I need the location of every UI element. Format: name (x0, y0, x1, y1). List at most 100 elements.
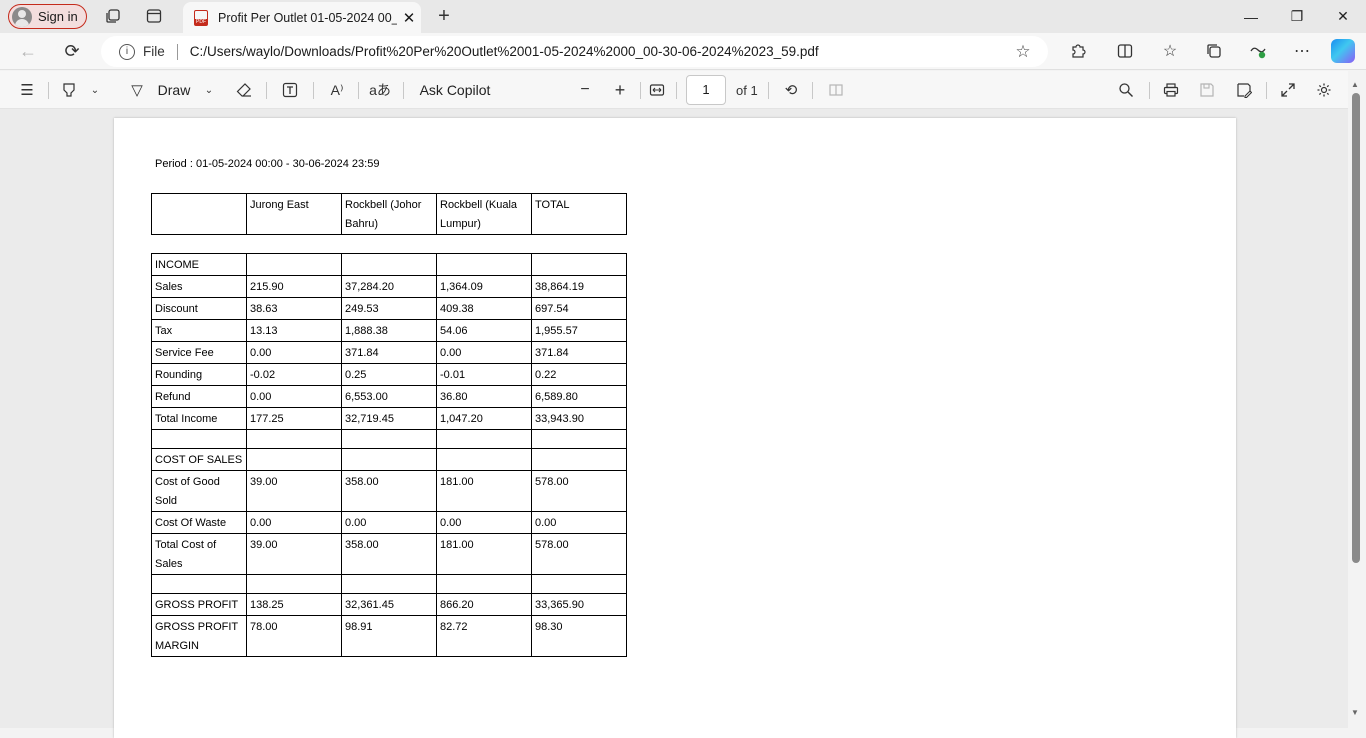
url-text[interactable]: C:/Users/waylo/Downloads/Profit%20Per%20… (190, 44, 1008, 59)
copilot-icon[interactable] (1331, 39, 1355, 63)
value-cell: Rockbell (Kuala Lumpur) (436, 193, 532, 235)
value-cell: 0.00 (341, 511, 437, 534)
value-cell: 181.00 (436, 470, 532, 512)
add-text-icon[interactable] (277, 77, 303, 103)
page-number-input[interactable]: 1 (686, 75, 726, 105)
row-label-cell: Total Income (151, 407, 247, 430)
table-row: Total Income 177.25 32,719.45 1,047.20 33,94… (151, 407, 627, 430)
highlight-chevron-icon[interactable]: ⌄ (86, 77, 104, 103)
rotate-icon[interactable]: ⟲ (779, 77, 803, 103)
site-info-icon[interactable]: i (119, 43, 135, 60)
url-field[interactable]: i File C:/Users/waylo/Downloads/Profit%2… (101, 36, 1048, 67)
draw-button-label[interactable]: Draw (155, 77, 193, 103)
value-cell (246, 448, 342, 471)
value-cell (436, 429, 532, 449)
page-view-icon[interactable] (824, 77, 848, 103)
print-icon[interactable] (1159, 77, 1183, 103)
row-label-cell: COST OF SALES (151, 448, 247, 471)
value-cell: 1,364.09 (436, 275, 532, 298)
read-aloud-icon[interactable]: A⁾ (323, 77, 351, 103)
restore-button[interactable]: ❐ (1274, 0, 1320, 33)
translate-icon[interactable]: aあ (367, 77, 393, 103)
row-label-cell: Rounding (151, 363, 247, 386)
toolbar-divider (313, 82, 314, 99)
favorites-icon[interactable]: ☆ (1156, 37, 1184, 65)
value-cell: 371.84 (341, 341, 437, 364)
value-cell: 578.00 (531, 470, 627, 512)
extensions-icon[interactable] (1064, 37, 1092, 65)
search-icon[interactable] (1114, 77, 1138, 103)
draw-icon[interactable]: ▽ (124, 77, 150, 103)
value-cell (531, 429, 627, 449)
row-label-cell (151, 574, 247, 594)
toolbar-divider (403, 82, 404, 99)
value-cell: 39.00 (246, 533, 342, 575)
refresh-icon[interactable]: ⟳ (57, 37, 87, 65)
full-screen-icon[interactable] (1276, 77, 1300, 103)
save-icon[interactable] (1195, 77, 1219, 103)
active-tab[interactable]: PDF Profit Per Outlet 01-05-2024 00_0 ✕ (183, 2, 421, 33)
settings-gear-icon[interactable] (1312, 77, 1336, 103)
toolbar-divider (1149, 82, 1150, 99)
value-cell: 37,284.20 (341, 275, 437, 298)
save-as-icon[interactable] (1232, 77, 1256, 103)
vertical-scrollbar[interactable]: ▲ ▼ (1348, 71, 1366, 728)
row-label-cell: Sales (151, 275, 247, 298)
table-row: Discount 38.63 249.53 409.38 697.54 (151, 297, 627, 320)
table-row: Cost Of Waste 0.00 0.00 0.00 0.00 (151, 511, 627, 534)
highlight-icon[interactable] (57, 77, 81, 103)
table-row: Cost of Good Sold 39.00 358.00 181.00 578.00 (151, 470, 627, 512)
pdf-toolbar: ☰ ⌄ ▽ Draw ⌄ A⁾ aあ Ask Copilot − + 1 of … (0, 71, 1366, 109)
value-cell: 38.63 (246, 297, 342, 320)
toolbar-divider (358, 82, 359, 99)
zoom-in-icon[interactable]: + (608, 77, 632, 103)
zoom-out-icon[interactable]: − (573, 77, 597, 103)
new-tab-button[interactable]: + (431, 4, 457, 30)
scrollbar-thumb[interactable] (1352, 93, 1360, 563)
url-scheme-label: File (143, 44, 165, 59)
value-cell: 82.72 (436, 615, 532, 657)
value-cell: 249.53 (341, 297, 437, 320)
value-cell: 866.20 (436, 593, 532, 616)
more-options-icon[interactable]: ⋯ (1288, 37, 1316, 65)
fit-to-width-icon[interactable] (645, 77, 669, 103)
value-cell: 1,888.38 (341, 319, 437, 342)
contents-icon[interactable]: ☰ (14, 77, 40, 103)
scroll-down-arrow-icon[interactable]: ▼ (1351, 708, 1359, 717)
table-row (151, 574, 627, 594)
collections-icon[interactable] (1200, 37, 1228, 65)
value-cell: 0.00 (246, 385, 342, 408)
draw-chevron-icon[interactable]: ⌄ (200, 77, 218, 103)
value-cell (531, 448, 627, 471)
scroll-up-arrow-icon[interactable]: ▲ (1351, 80, 1359, 89)
browser-essentials-icon[interactable] (1244, 37, 1272, 65)
value-cell: 409.38 (436, 297, 532, 320)
tab-strip: Sign in PDF Profit Per Outlet 01-05-2024… (0, 0, 1366, 33)
value-cell: 6,553.00 (341, 385, 437, 408)
ask-copilot-button[interactable]: Ask Copilot (416, 77, 494, 103)
value-cell (341, 574, 437, 594)
value-cell (436, 234, 532, 254)
sign-in-button[interactable]: Sign in (8, 4, 87, 29)
value-cell: TOTAL (531, 193, 627, 235)
split-screen-icon[interactable] (1111, 37, 1139, 65)
table-row: Total Cost of Sales 39.00 358.00 181.00 578.… (151, 533, 627, 575)
close-window-button[interactable]: ✕ (1320, 0, 1366, 33)
value-cell: 0.00 (246, 511, 342, 534)
close-tab-icon[interactable]: ✕ (397, 9, 421, 27)
table-row: Sales 215.90 37,284.20 1,364.09 38,864.19 (151, 275, 627, 298)
minimize-button[interactable]: — (1228, 0, 1274, 33)
value-cell: -0.02 (246, 363, 342, 386)
profit-table: Jurong East Rockbell (Johor Bahru) Rockbel… (151, 193, 627, 657)
vertical-tabs-icon[interactable] (141, 3, 167, 29)
value-cell: 36.80 (436, 385, 532, 408)
workspaces-icon[interactable] (100, 3, 126, 29)
favorite-star-icon[interactable]: ☆ (1008, 42, 1038, 62)
eraser-icon[interactable] (232, 77, 256, 103)
row-label-cell (151, 234, 247, 254)
value-cell: 54.06 (436, 319, 532, 342)
back-arrow-icon[interactable]: ← (13, 37, 43, 65)
value-cell: 578.00 (531, 533, 627, 575)
pdf-file-icon: PDF (194, 9, 208, 26)
pdf-viewer[interactable]: Period : 01-05-2024 00:00 - 30-06-2024 2… (0, 109, 1348, 738)
